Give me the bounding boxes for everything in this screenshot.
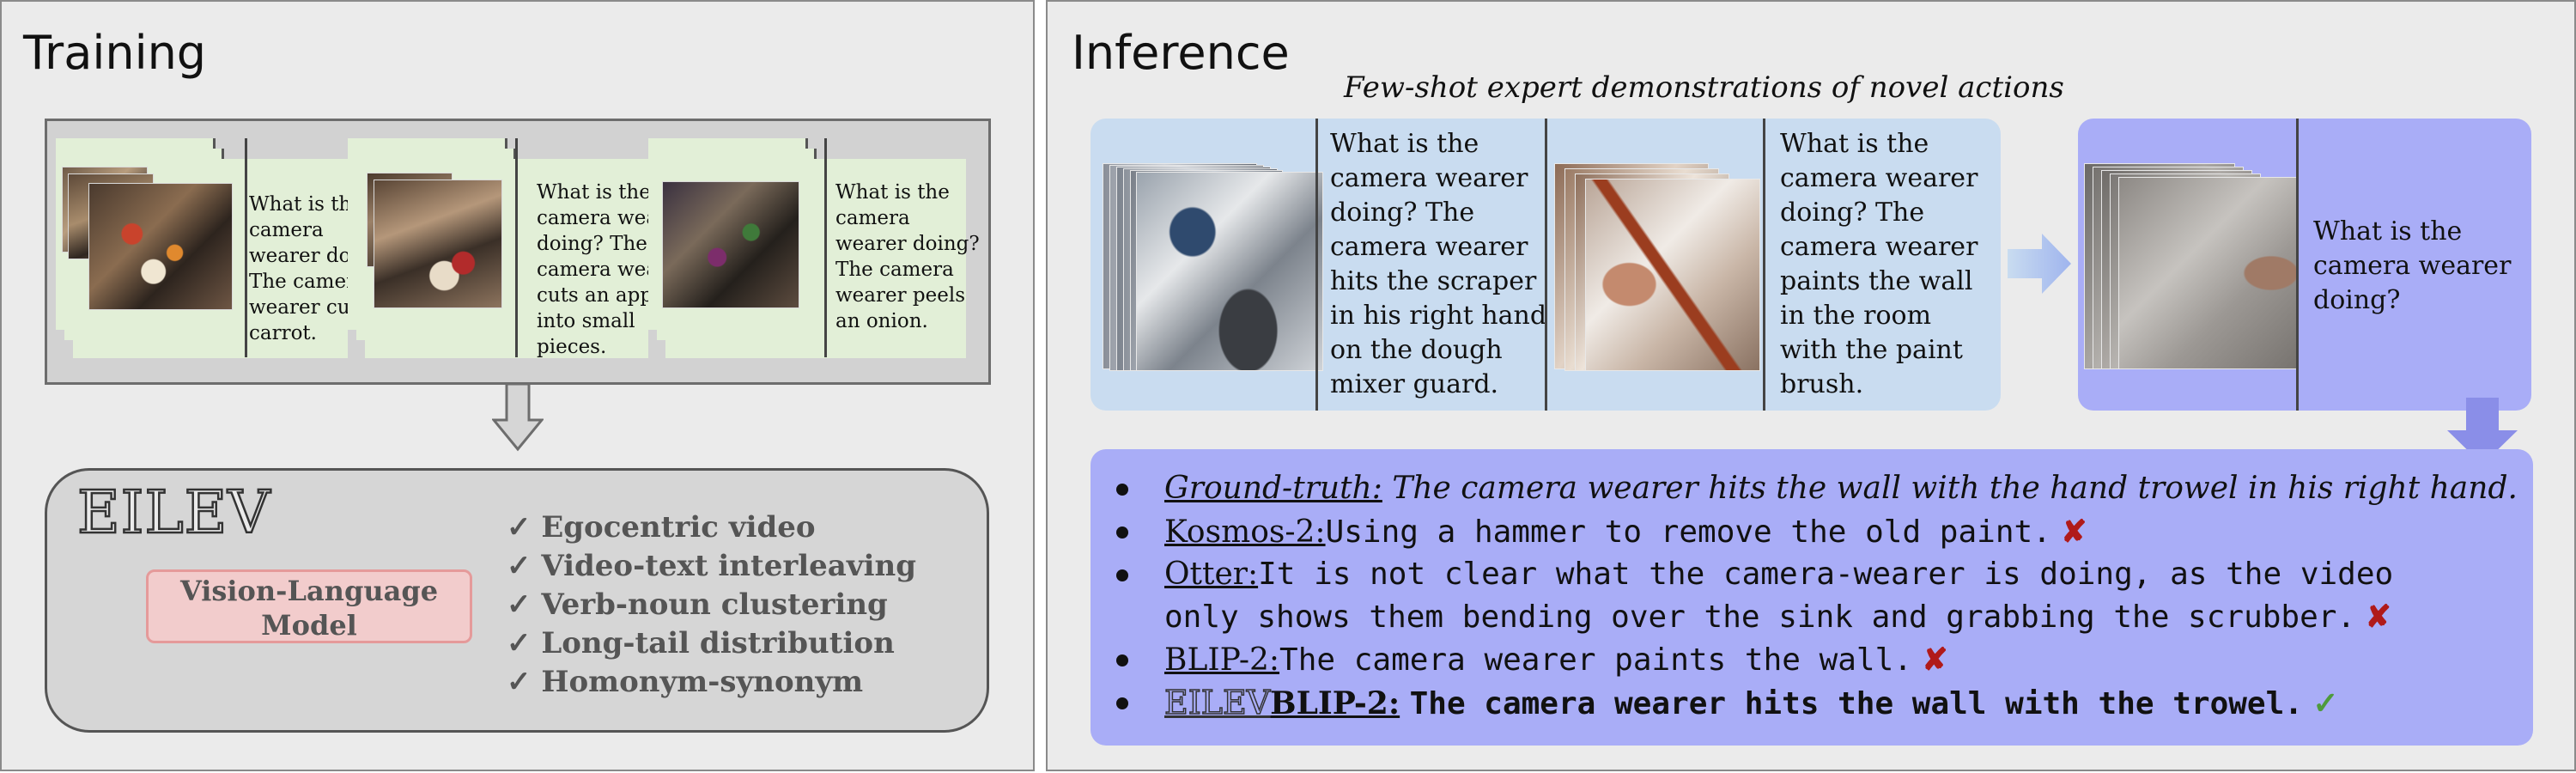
feature-verb-noun-clustering: ✓ Verb-noun clustering (507, 587, 888, 622)
feature-homonym-synonym: ✓ Homonym-synonym (507, 665, 864, 699)
video-frame-carrot (88, 183, 233, 310)
result-otter: Otter:It is not clear what the camera-we… (1164, 557, 2394, 592)
training-title: Training (23, 26, 207, 80)
training-video-strip: What is the camera wearer doing? The cam… (45, 119, 991, 385)
result-kosmos-2: Kosmos-2:Using a hammer to remove the ol… (1164, 514, 2087, 550)
result-blip-2: BLIP-2:The camera wearer paints the wall… (1164, 642, 1948, 678)
right-arrow-icon (2008, 234, 2071, 294)
inference-subtitle: Few-shot expert demonstrations of novel … (1344, 70, 2064, 105)
bullet-icon (1116, 569, 1128, 581)
inference-title: Inference (1072, 26, 1290, 80)
video-frame-scraper (1136, 172, 1323, 371)
feature-video-text-interleaving: ✓ Video-text interleaving (507, 549, 916, 583)
training-example-3-text: What is the camera wearer doing? The cam… (835, 181, 980, 332)
feature-egocentric-video: ✓ Egocentric video (507, 510, 816, 545)
result-eilev-blip-2: EILEVBLIP-2: The camera wearer hits the … (1163, 683, 2339, 722)
eilev-logo-small: EILEV (1163, 683, 1271, 722)
wrong-icon: ✘ (2365, 599, 2391, 635)
demo-2-text: What is the camera wearer doing? The cam… (1780, 129, 1978, 399)
bullet-icon (1116, 484, 1128, 496)
video-frame-onion (662, 181, 799, 308)
check-icon: ✓ (2312, 685, 2339, 721)
wrong-icon: ✘ (2061, 514, 2087, 550)
bullet-icon (1116, 697, 1128, 709)
video-frame-trowel (2118, 177, 2299, 369)
result-otter-line-2: only shows them bending over the sink an… (1164, 599, 2391, 635)
result-ground-truth: Ground-truth: The camera wearer hits the… (1164, 471, 2518, 506)
wrong-icon: ✘ (1922, 642, 1948, 678)
eilev-logo: EILEV (76, 478, 271, 549)
video-frame-paint-brush (1585, 179, 1760, 371)
down-arrow-icon (492, 384, 544, 452)
bullet-icon (1116, 654, 1128, 666)
vision-language-model-box: Vision-Language Model (146, 569, 472, 643)
bullet-icon (1116, 526, 1128, 539)
video-frame-apple (374, 180, 502, 308)
query-text: What is the camera wearer doing? (2313, 216, 2512, 315)
demo-1-text: What is the camera wearer doing? The cam… (1330, 129, 1547, 399)
feature-long-tail-distribution: ✓ Long-tail distribution (507, 626, 895, 660)
